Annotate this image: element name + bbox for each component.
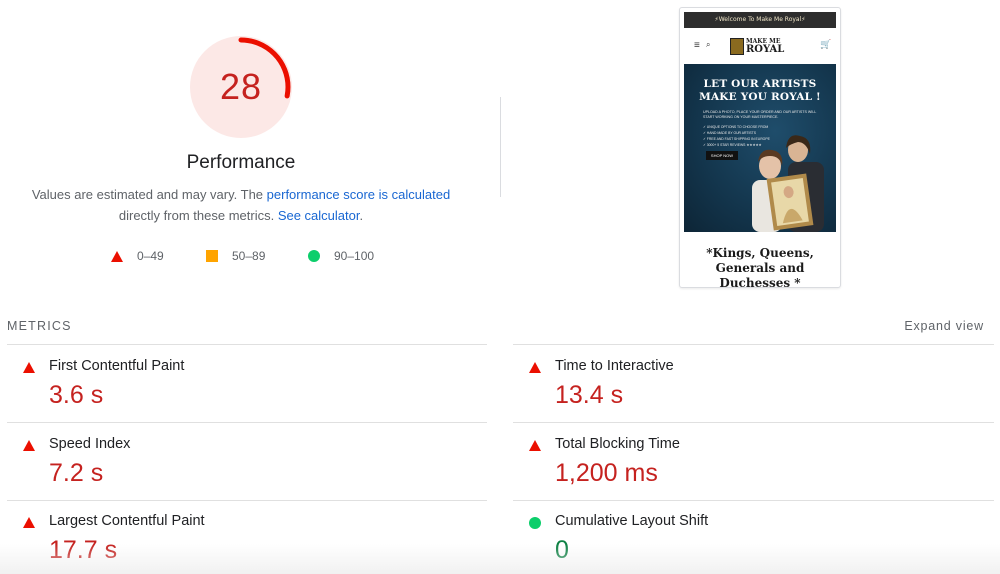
metrics-heading: METRICS	[7, 319, 72, 333]
see-calculator-link[interactable]: See calculator	[278, 208, 360, 223]
circle-icon	[529, 517, 541, 529]
hero-photo	[752, 135, 824, 232]
triangle-icon	[23, 362, 35, 373]
description-text-2: directly from these metrics.	[118, 208, 278, 223]
triangle-icon	[529, 362, 541, 373]
performance-gauge: 28	[190, 36, 292, 138]
triangle-icon	[529, 440, 541, 451]
metric-name: Largest Contentful Paint	[49, 513, 205, 529]
metric-value: 7.2 s	[49, 459, 104, 487]
hero-title: LET OUR ARTISTS MAKE YOU ROYAL !	[699, 78, 821, 103]
metric-value: 3.6 s	[49, 381, 104, 409]
metric-time-to-interactive: Time to Interactive 13.4 s	[513, 345, 983, 421]
metric-value: 17.7 s	[49, 536, 118, 564]
triangle-icon	[23, 517, 35, 528]
legend-poor: 0–49	[111, 246, 164, 266]
metric-name: First Contentful Paint	[49, 358, 185, 374]
description-period: .	[359, 208, 364, 223]
metric-first-contentful-paint: First Contentful Paint 3.6 s	[7, 345, 477, 421]
legend-good: 90–100	[308, 246, 374, 266]
legend-label: 50–89	[232, 249, 266, 263]
metric-name: Time to Interactive	[555, 358, 674, 374]
metric-value: 1,200 ms	[555, 459, 658, 487]
performance-title: Performance	[186, 152, 296, 173]
metric-largest-contentful-paint: Largest Contentful Paint 17.7 s	[7, 500, 477, 574]
metric-cumulative-layout-shift: Cumulative Layout Shift 0	[513, 500, 983, 574]
triangle-icon	[23, 440, 35, 451]
logo-text-bottom: ROYAL	[746, 44, 785, 55]
site-logo: MAKE ME ROYAL	[730, 37, 790, 57]
legend-label: 0–49	[137, 249, 164, 263]
description-text: Values are estimated and may vary. The	[31, 187, 267, 202]
performance-description: Values are estimated and may vary. The p…	[20, 184, 462, 226]
square-icon	[206, 250, 218, 262]
metric-total-blocking-time: Total Blocking Time 1,200 ms	[513, 423, 983, 499]
legend-average: 50–89	[206, 246, 265, 266]
frame-icon	[730, 38, 744, 55]
expand-view-button[interactable]: Expand view	[904, 319, 984, 333]
metric-name: Speed Index	[49, 436, 131, 452]
circle-icon	[308, 250, 320, 262]
site-heading: *Kings, Queens, Generals and Duchesses *	[706, 246, 814, 288]
site-nav: ≡ ⌕ MAKE ME ROYAL 🛒	[684, 32, 836, 62]
search-icon: ⌕	[706, 40, 711, 49]
legend-label: 90–100	[334, 249, 375, 263]
metric-value: 13.4 s	[555, 381, 624, 409]
page-screenshot-thumbnail[interactable]: ⚡Welcome To Make Me Royal⚡ ≡ ⌕ MAKE ME R…	[679, 7, 841, 288]
site-hero: LET OUR ARTISTS MAKE YOU ROYAL ! UPLOAD …	[684, 64, 836, 232]
metric-speed-index: Speed Index 7.2 s	[7, 423, 477, 499]
hamburger-icon: ≡	[694, 40, 700, 51]
divider	[500, 97, 501, 197]
site-welcome-banner: ⚡Welcome To Make Me Royal⚡	[684, 12, 836, 28]
performance-score: 28	[219, 66, 263, 107]
hero-subtitle: UPLOAD A PHOTO, PLACE YOUR ORDER AND OUR…	[703, 110, 817, 119]
cart-icon: 🛒	[820, 39, 832, 49]
metric-name: Cumulative Layout Shift	[555, 513, 709, 529]
triangle-icon	[111, 250, 123, 262]
metric-name: Total Blocking Time	[555, 436, 680, 452]
shop-now-button: SHOP NOW	[706, 151, 738, 160]
metric-value: 0	[555, 536, 569, 564]
score-calculated-link[interactable]: performance score is calculated	[267, 187, 451, 202]
